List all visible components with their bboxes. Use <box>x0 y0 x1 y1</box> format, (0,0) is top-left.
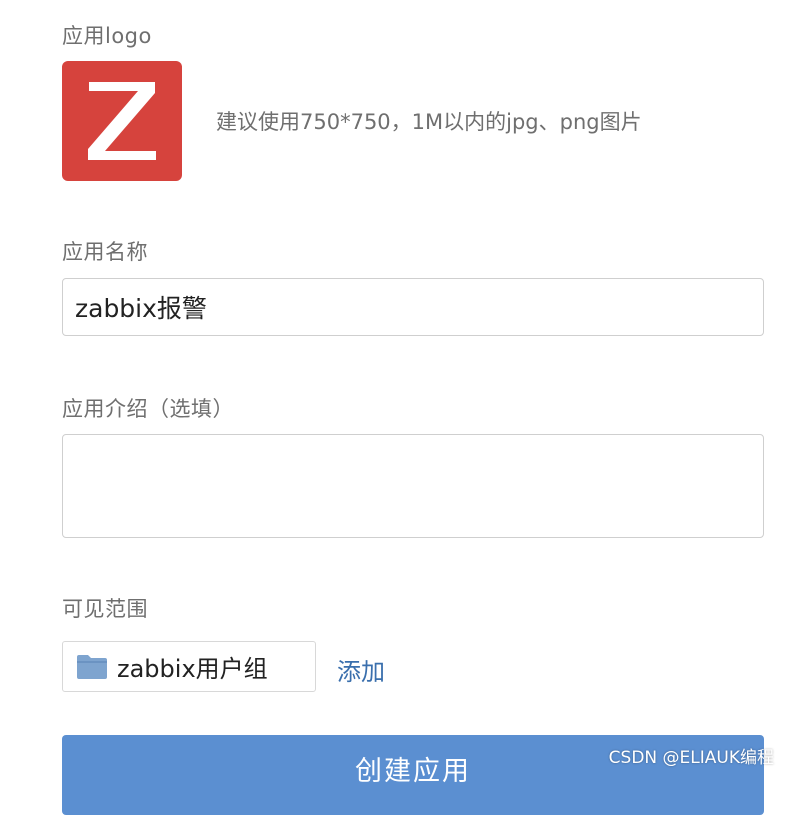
scope-group-chip[interactable]: zabbix用户组 <box>62 641 316 692</box>
create-app-button-label: 创建应用 <box>355 756 471 787</box>
app-intro-label: 应用介绍（选填） <box>62 397 234 421</box>
folder-icon <box>77 654 107 679</box>
watermark: CSDN @ELIAUK编程 <box>608 748 774 768</box>
logo-hint-text: 建议使用750*750，1M以内的jpg、png图片 <box>216 110 642 134</box>
scope-group-label: zabbix用户组 <box>117 655 268 683</box>
app-name-input[interactable]: zabbix报警 <box>62 278 764 336</box>
add-scope-link[interactable]: 添加 <box>337 652 385 687</box>
visibility-scope-label: 可见范围 <box>62 597 148 621</box>
logo-section-label: 应用logo <box>62 24 152 48</box>
app-name-label: 应用名称 <box>62 240 148 264</box>
z-logo-icon <box>88 82 156 160</box>
app-name-value: zabbix报警 <box>75 294 207 323</box>
app-logo-upload[interactable] <box>62 61 182 181</box>
app-intro-textarea[interactable] <box>62 434 764 538</box>
